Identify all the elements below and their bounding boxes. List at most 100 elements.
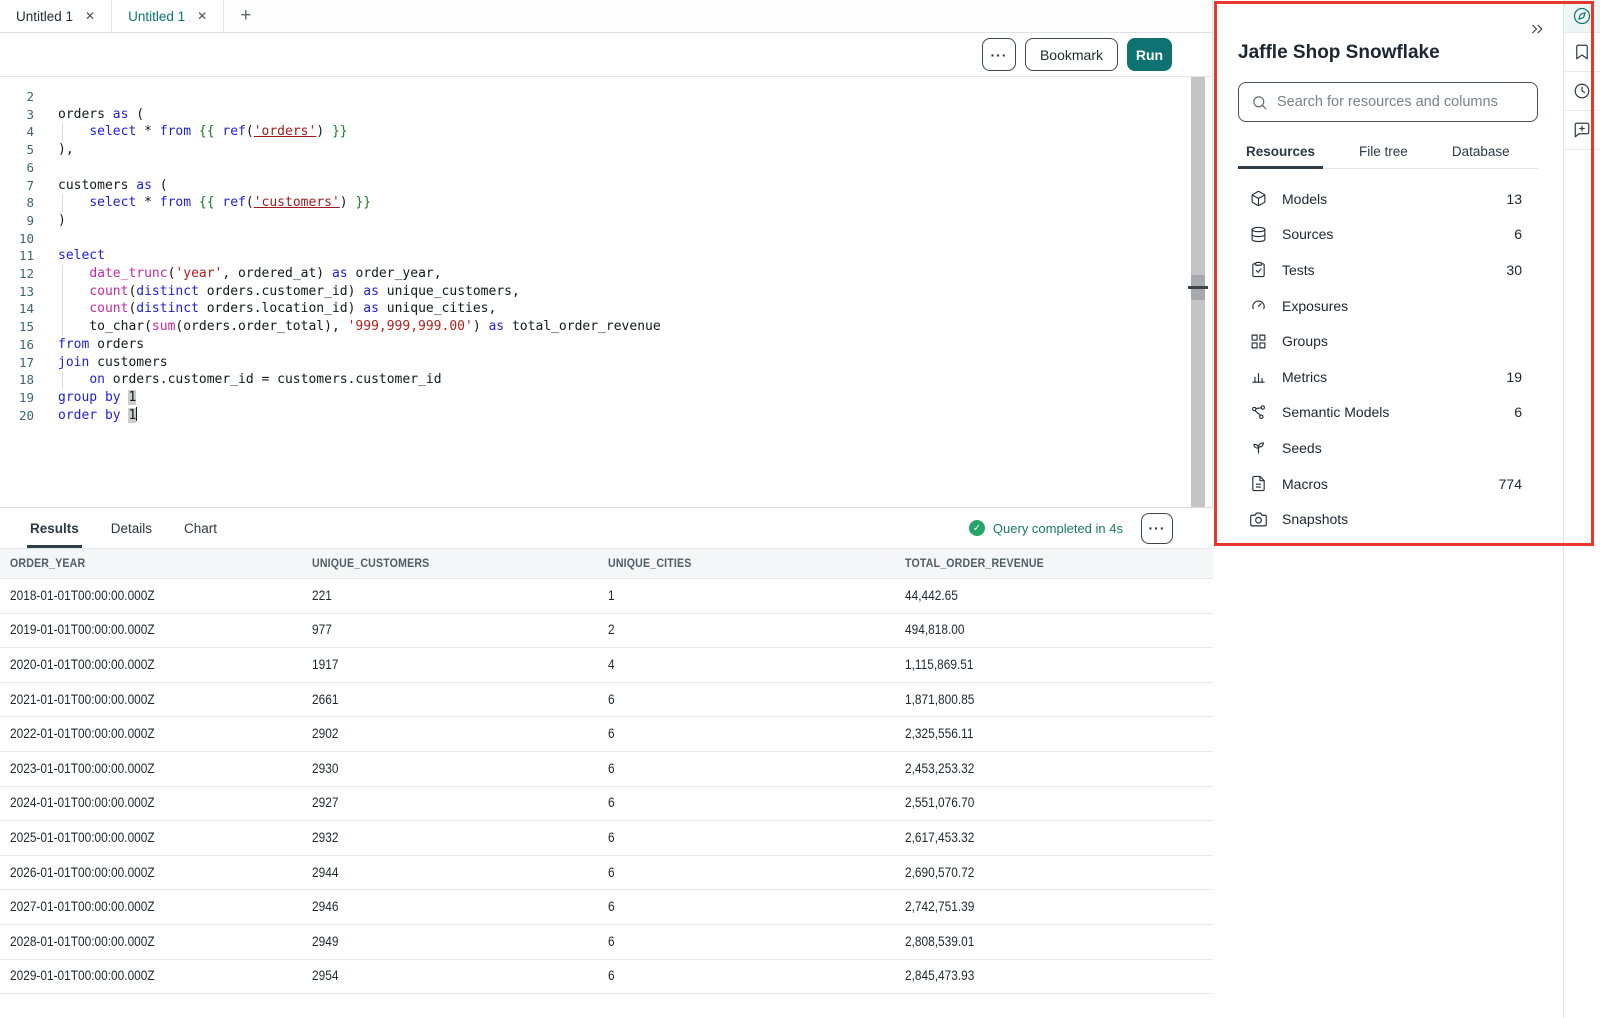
line-number: 2 <box>0 88 34 106</box>
code-text: join customers <box>58 354 168 372</box>
results-tab-details[interactable]: Details <box>111 508 152 548</box>
search-input[interactable] <box>1277 94 1525 110</box>
compass-rail-button[interactable] <box>1564 0 1600 33</box>
code-line[interactable]: 14 count(distinct orders.location_id) as… <box>0 300 1212 318</box>
table-row: 2023-01-01T00:00:00.000Z293062,453,253.3… <box>0 752 1213 787</box>
code-line[interactable]: 4 select * from {{ ref('orders') }} <box>0 123 1212 141</box>
panel-tab-file-tree[interactable]: File tree <box>1351 138 1416 168</box>
close-icon[interactable]: ✕ <box>85 9 95 23</box>
project-title: Jaffle Shop Snowflake <box>1238 42 1563 64</box>
code-text: select * from {{ ref('orders') }} <box>58 123 348 141</box>
panel-tab-database[interactable]: Database <box>1444 138 1518 168</box>
code-line[interactable]: 3orders as ( <box>0 106 1212 124</box>
code-line[interactable]: 6 <box>0 159 1212 177</box>
database-icon <box>1250 225 1268 243</box>
line-number: 20 <box>0 407 34 425</box>
resource-item-sources[interactable]: Sources6 <box>1238 217 1538 253</box>
table-cell: 977 <box>302 621 598 639</box>
resources-side-panel: Jaffle Shop Snowflake Resources File tree… <box>1213 0 1563 1018</box>
code-text: to_char(sum(orders.order_total), '999,99… <box>58 318 661 336</box>
sql-code-editor[interactable]: 23orders as (4 select * from {{ ref('ord… <box>0 77 1212 507</box>
resource-label: Tests <box>1282 262 1315 278</box>
pane-splitter[interactable] <box>1191 77 1205 507</box>
resource-item-models[interactable]: Models13 <box>1238 181 1538 217</box>
bar-chart-icon <box>1250 368 1268 386</box>
code-text: group by 1 <box>58 389 136 407</box>
table-row: 2022-01-01T00:00:00.000Z290262,325,556.1… <box>0 717 1213 752</box>
code-line[interactable]: 9) <box>0 212 1212 230</box>
code-text: date_trunc('year', ordered_at) as order_… <box>58 265 442 283</box>
table-cell: 2,617,453.32 <box>895 829 1213 847</box>
resource-item-tests[interactable]: Tests30 <box>1238 252 1538 288</box>
table-cell: 6 <box>598 967 895 985</box>
code-line[interactable]: 5), <box>0 141 1212 159</box>
editor-tab[interactable]: Untitled 1✕ <box>0 0 112 32</box>
resource-item-semantic-models[interactable]: Semantic Models6 <box>1238 395 1538 431</box>
resource-label: Sources <box>1282 226 1333 242</box>
results-table: ORDER_YEARUNIQUE_CUSTOMERSUNIQUE_CITIEST… <box>0 548 1213 994</box>
clock-rail-button[interactable] <box>1564 72 1600 111</box>
chevrons-right-icon collapse-panel-button[interactable] <box>1529 20 1547 38</box>
resource-item-seeds[interactable]: Seeds <box>1238 430 1538 466</box>
line-number: 18 <box>0 371 34 389</box>
table-row: 2029-01-01T00:00:00.000Z295462,845,473.9… <box>0 960 1213 995</box>
table-cell: 4 <box>598 656 895 674</box>
resource-item-snapshots[interactable]: Snapshots <box>1238 501 1538 537</box>
table-cell: 2927 <box>302 794 598 812</box>
resource-item-metrics[interactable]: Metrics19 <box>1238 359 1538 395</box>
code-line[interactable]: 15 to_char(sum(orders.order_total), '999… <box>0 318 1212 336</box>
table-cell: 2,551,076.70 <box>895 794 1213 812</box>
table-cell: 2022-01-01T00:00:00.000Z <box>0 725 302 743</box>
code-line[interactable]: 11select <box>0 247 1212 265</box>
splitter-grip <box>1188 286 1208 289</box>
resource-item-groups[interactable]: Groups <box>1238 323 1538 359</box>
code-line[interactable]: 8 select * from {{ ref('customers') }} <box>0 194 1212 212</box>
code-line[interactable]: 10 <box>0 230 1212 248</box>
code-line[interactable]: 20order by 1 <box>0 407 1212 425</box>
resource-item-exposures[interactable]: Exposures <box>1238 288 1538 324</box>
message-plus-rail-button[interactable] <box>1564 111 1600 150</box>
line-number: 12 <box>0 265 34 283</box>
code-text: select <box>58 247 105 265</box>
message-plus-icon <box>1573 121 1591 139</box>
line-number: 3 <box>0 106 34 124</box>
table-row: 2025-01-01T00:00:00.000Z293262,617,453.3… <box>0 821 1213 856</box>
results-tab-chart[interactable]: Chart <box>184 508 217 548</box>
code-line[interactable]: 2 <box>0 88 1212 106</box>
line-number: 16 <box>0 336 34 354</box>
clock-icon <box>1573 82 1591 100</box>
table-cell: 2949 <box>302 933 598 951</box>
results-tab-results[interactable]: Results <box>30 508 79 548</box>
code-line[interactable]: 16from orders <box>0 336 1212 354</box>
bookmark-icon <box>1573 43 1591 61</box>
panel-tab-resources[interactable]: Resources <box>1238 138 1323 168</box>
code-line[interactable]: 13 count(distinct orders.customer_id) as… <box>0 283 1212 301</box>
table-cell: 6 <box>598 725 895 743</box>
code-line[interactable]: 19group by 1 <box>0 389 1212 407</box>
editor-tab[interactable]: Untitled 1✕ <box>112 0 224 32</box>
bookmark-button[interactable]: Bookmark <box>1025 38 1118 71</box>
resource-item-macros[interactable]: Macros774 <box>1238 466 1538 502</box>
line-number: 15 <box>0 318 34 336</box>
table-cell: 1917 <box>302 656 598 674</box>
new-tab-button[interactable]: + <box>224 0 267 32</box>
table-cell: 2,325,556.11 <box>895 725 1213 743</box>
resource-label: Groups <box>1282 333 1328 349</box>
table-cell: 2946 <box>302 898 598 916</box>
code-line[interactable]: 7 customers as ( <box>0 177 1212 195</box>
code-text: customers as ( <box>58 177 168 195</box>
line-number: 7 <box>0 177 34 195</box>
line-number: 5 <box>0 141 34 159</box>
results-more-button[interactable]: ··· <box>1141 513 1173 544</box>
code-line[interactable]: 17join customers <box>0 354 1212 372</box>
bookmark-rail-button[interactable] <box>1564 33 1600 72</box>
table-cell: 2,453,253.32 <box>895 760 1213 778</box>
code-line[interactable]: 12 date_trunc('year', ordered_at) as ord… <box>0 265 1212 283</box>
close-icon[interactable]: ✕ <box>197 9 207 23</box>
editor-more-button[interactable]: ··· <box>982 38 1016 71</box>
table-cell: 2,690,570.72 <box>895 864 1213 882</box>
code-line[interactable]: 18 on orders.customer_id = customers.cus… <box>0 371 1212 389</box>
main-area: Untitled 1✕Untitled 1✕ + ··· Bookmark Ru… <box>0 0 1213 1018</box>
table-cell: 2024-01-01T00:00:00.000Z <box>0 794 302 812</box>
run-button[interactable]: Run <box>1127 38 1172 71</box>
